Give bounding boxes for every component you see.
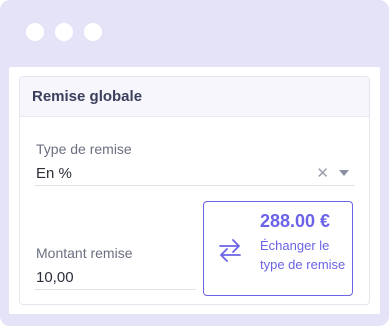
discount-type-value: En % [36,164,72,182]
swap-label: Échanger le type de remise [260,238,346,272]
window-control-dot[interactable] [55,23,73,41]
discount-amount-label: Montant remise [36,245,133,261]
close-icon[interactable]: ✕ [316,164,329,182]
global-discount-card: Remise globale Type de remise En % ✕ Mon… [19,76,370,305]
window-control-dot[interactable] [84,23,102,41]
swap-arrows-icon [219,239,241,262]
card-header: Remise globale [20,77,369,117]
caret-down-icon[interactable] [339,170,349,176]
app-window: Remise globale Type de remise En % ✕ Mon… [0,0,389,326]
discount-type-select[interactable]: En % ✕ [34,161,355,186]
discount-type-label: Type de remise [36,141,132,157]
window-controls [26,23,102,41]
swap-discount-type-button[interactable]: 288.00 € Échanger le type de remise [203,201,353,296]
discount-amount-input[interactable] [34,265,196,290]
card-title: Remise globale [32,88,143,105]
window-control-dot[interactable] [26,23,44,41]
content-panel: Remise globale Type de remise En % ✕ Mon… [9,67,380,314]
swap-amount: 288.00 € [260,211,331,231]
